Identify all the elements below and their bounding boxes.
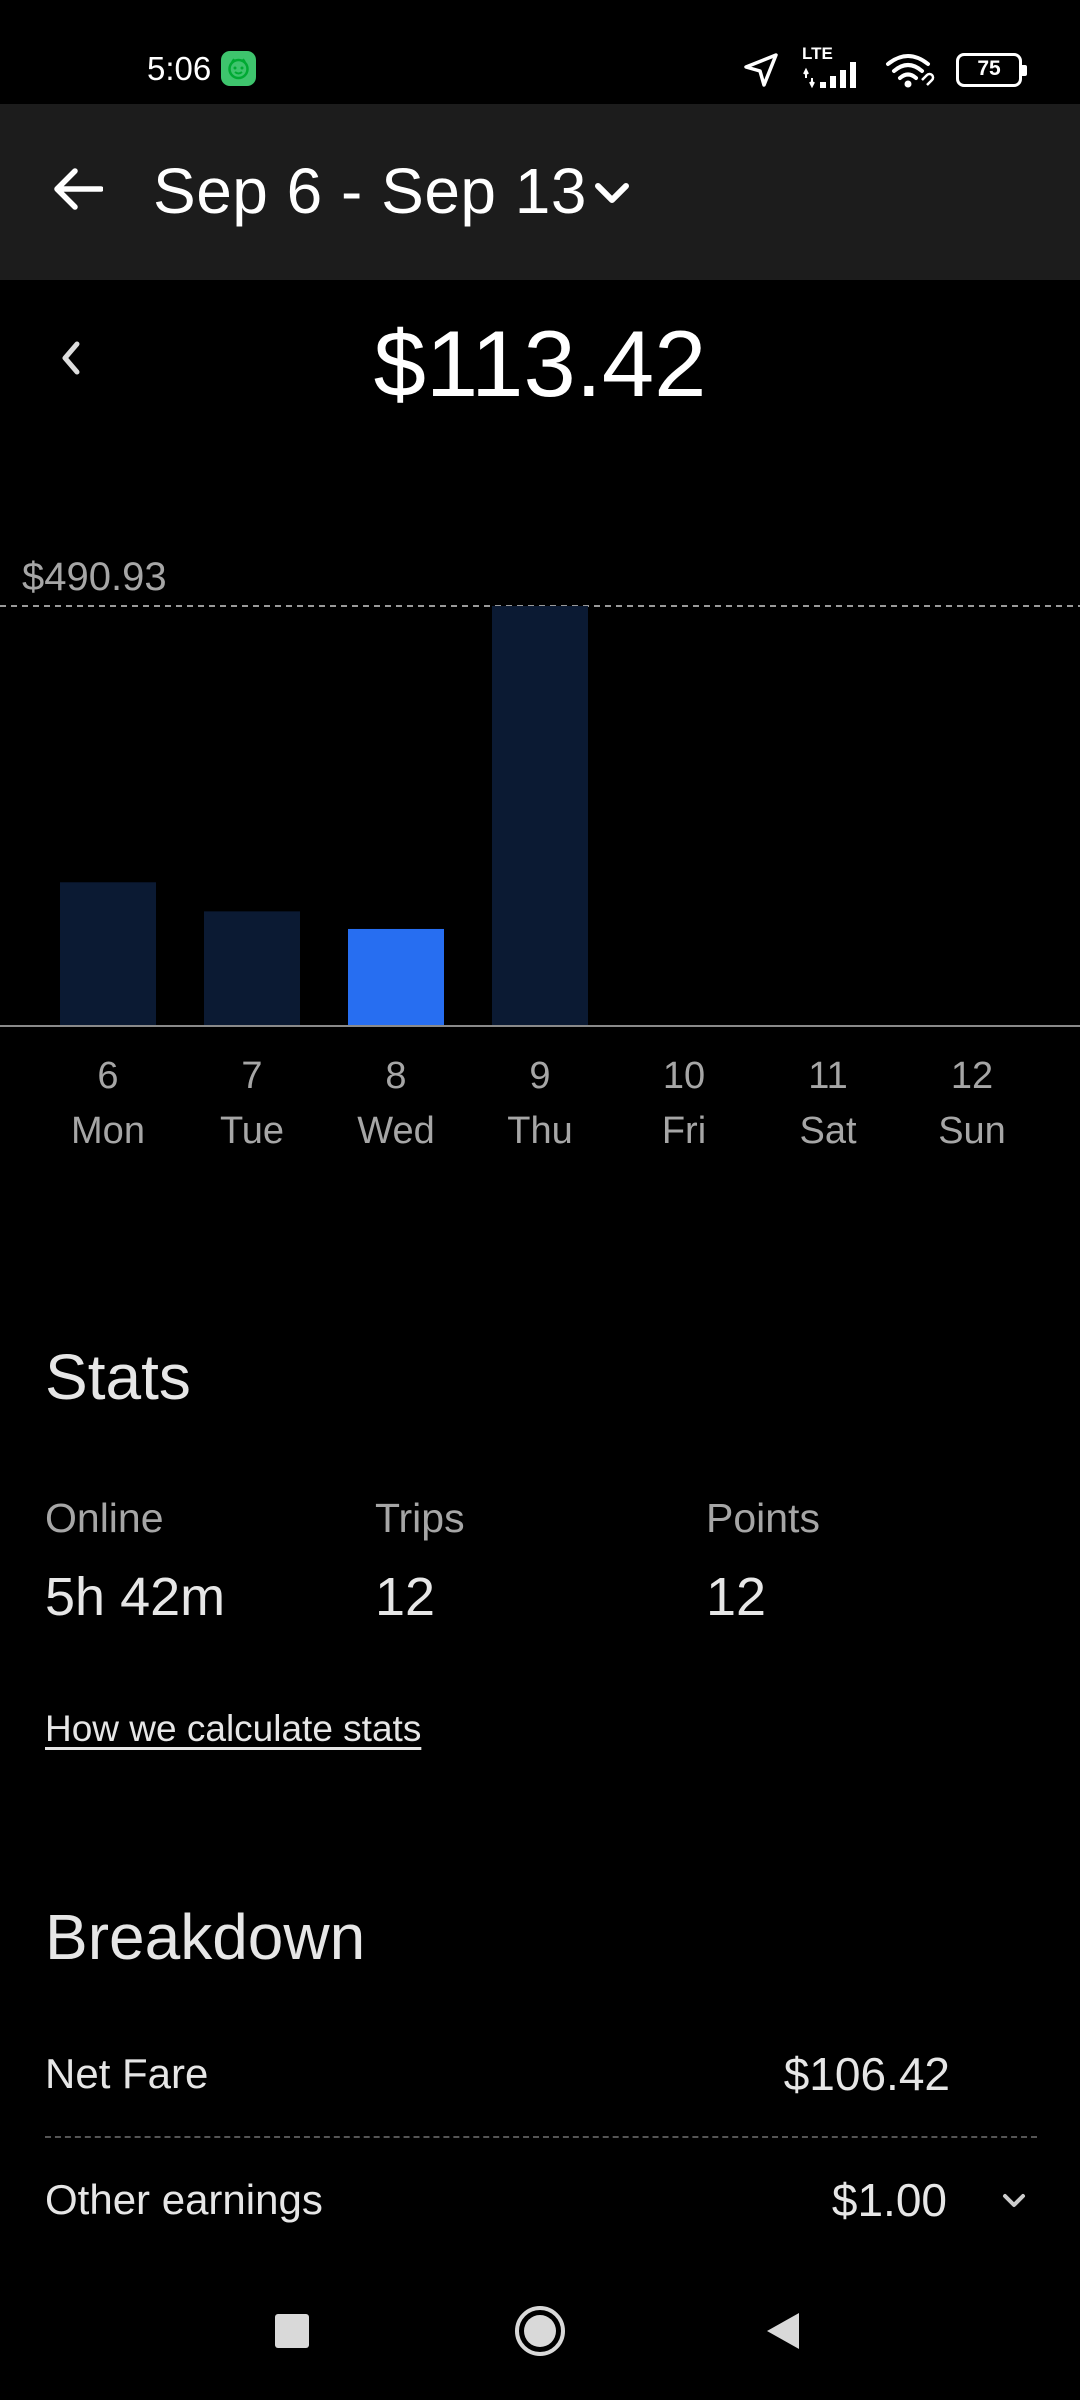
online-value: 5h 42m [45,1567,226,1627]
chart-day-number: 7 [241,1055,262,1097]
home-button[interactable] [505,2298,575,2368]
online-label: Online [45,1495,164,1541]
back-arrow-icon [51,167,104,216]
chart-day-name: Sat [799,1110,856,1152]
net-fare-label: Net Fare [45,2050,209,2097]
wifi-icon [884,50,936,90]
chart-day-number: 10 [663,1055,705,1097]
chart-day-number: 8 [385,1055,406,1097]
other-earnings-value: $1.00 [831,2174,947,2226]
other-earnings-row[interactable]: Other earnings $1.00 [45,2138,1037,2264]
system-back-button[interactable] [748,2298,818,2368]
date-range-selector[interactable]: Sep 6 - Sep 13 [153,154,587,228]
chart-day-name: Tue [220,1110,284,1152]
chart-bar-wed[interactable] [348,928,444,1026]
location-arrow-icon [742,51,780,89]
weekly-total: $113.42 [373,311,707,416]
earnings-bar-chart: $490.93 6 Mon 7 Tue 8 Wed 9 Thu 10 Fri 11 Sat 12 Sun [0,555,1080,1152]
header: Sep 6 - Sep 13 [0,104,1080,280]
status-bar: 5:06 LTE 75 [0,0,1080,104]
earnings-chart: $490.93 6 Mon 7 Tue 8 Wed 9 Thu 10 Fri 11 Sat 12 Sun [0,540,1080,1160]
status-icons: LTE 75 [742,44,1027,92]
chart-day-number: 9 [529,1055,550,1097]
chart-bar-thu[interactable] [492,606,588,1026]
battery-level: 75 [977,57,1001,80]
how-we-calculate-stats-link[interactable]: How we calculate stats [45,1708,421,1750]
expand-chevron-icon[interactable] [999,2185,1029,2215]
chart-day-name: Sun [938,1110,1006,1152]
chart-day-name: Wed [357,1110,434,1152]
recents-square-icon [274,2313,310,2354]
chart-bar-tue[interactable] [204,911,300,1026]
net-fare-value: $106.42 [783,2048,950,2100]
points-value: 12 [706,1567,767,1627]
net-fare-row: Net Fare $106.42 [45,2012,1037,2138]
chevron-down-icon[interactable] [592,174,632,214]
chart-day-number: 12 [951,1055,993,1097]
chart-day-number: 6 [97,1055,118,1097]
stat-trips: Trips 12 [375,1495,465,1628]
status-time: 5:06 [147,50,212,87]
signal-icon: LTE [800,44,864,92]
breakdown-title: Breakdown [45,1901,366,1973]
battery-icon: 75 [956,53,1027,87]
stat-points: Points 12 [706,1495,820,1628]
chart-day-name: Mon [71,1110,145,1152]
recents-button[interactable] [257,2298,327,2368]
system-nav-bar [0,2256,1080,2400]
stats-title: Stats [45,1341,191,1413]
chart-max-label: $490.93 [22,555,167,599]
stat-online: Online 5h 42m [45,1495,225,1628]
chart-day-name: Thu [507,1110,572,1152]
back-button[interactable] [42,156,112,226]
home-circle-icon [513,2304,567,2363]
trips-label: Trips [375,1495,465,1541]
chart-day-number: 11 [808,1055,847,1097]
points-label: Points [706,1495,820,1541]
other-earnings-label: Other earnings [45,2176,323,2223]
app-notification-icon [221,51,256,86]
back-triangle-icon [763,2311,803,2356]
chart-day-name: Fri [662,1110,706,1152]
chart-bar-mon[interactable] [60,882,156,1026]
trips-value: 12 [375,1567,436,1627]
